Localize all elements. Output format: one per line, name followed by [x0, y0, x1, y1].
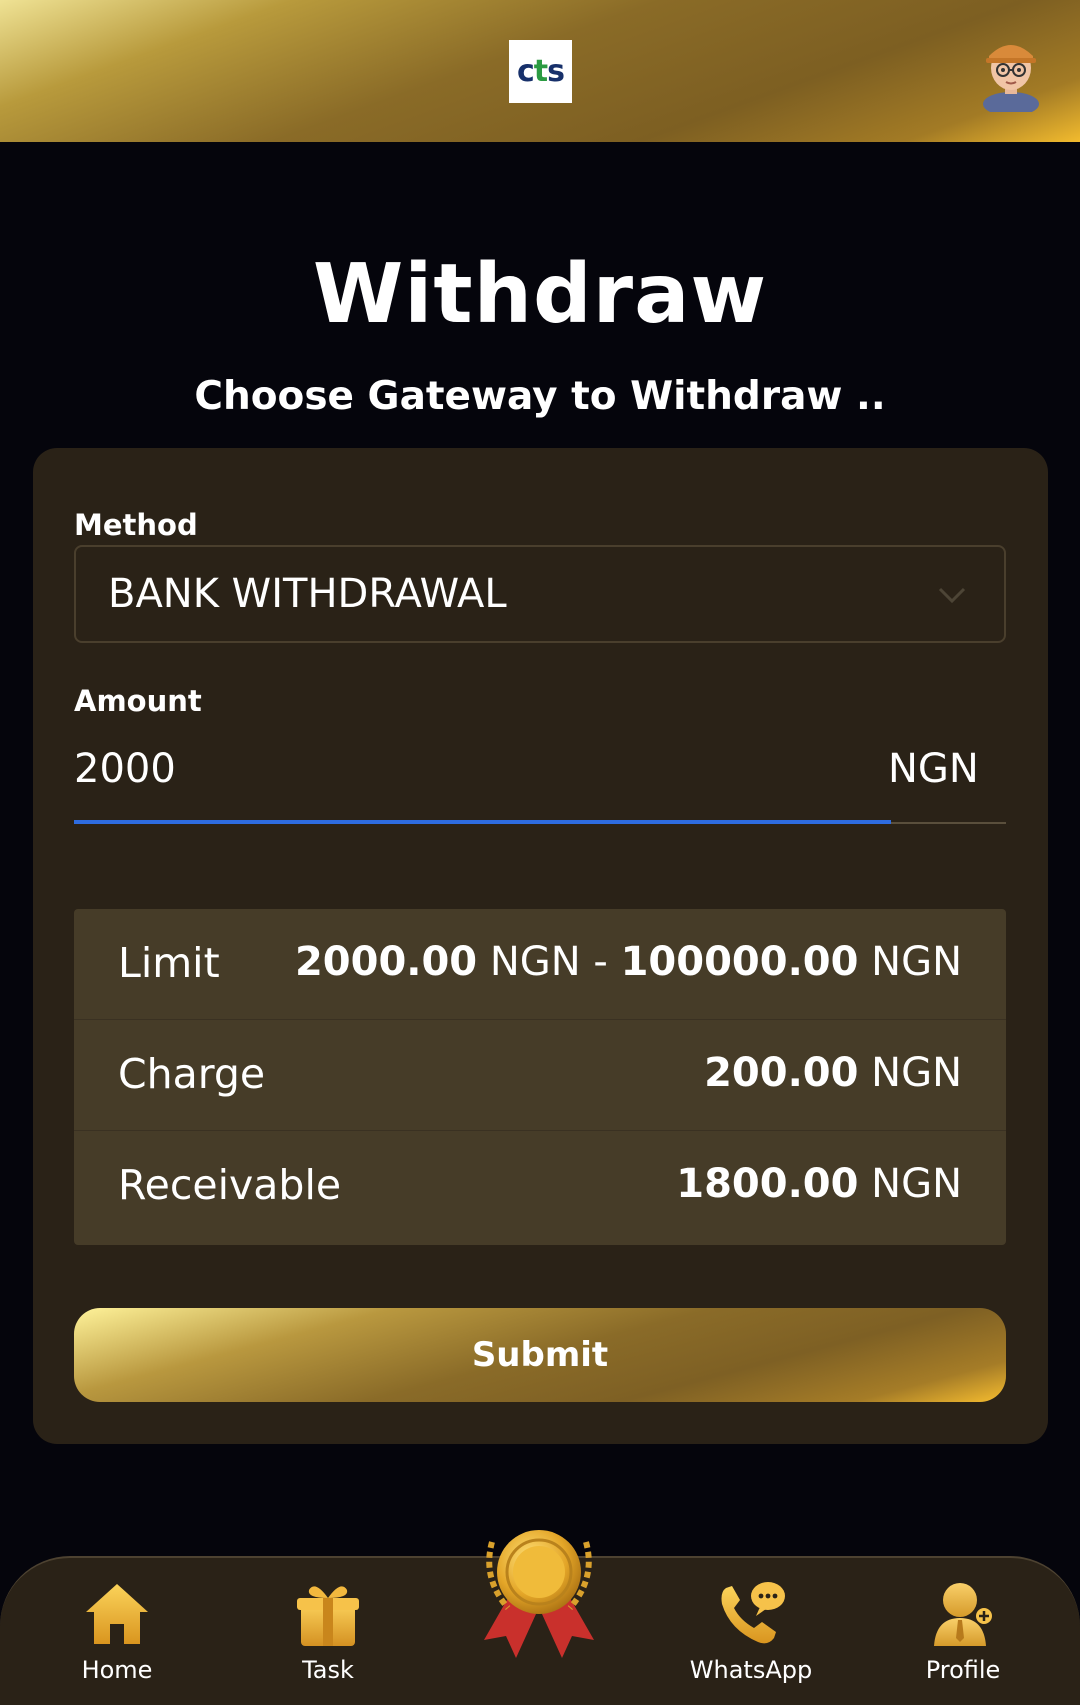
limit-max-unit: NGN [871, 939, 962, 985]
chevron-down-icon [938, 587, 966, 604]
method-label: Method [74, 508, 198, 542]
nav-whatsapp[interactable]: WhatsApp [681, 1578, 821, 1698]
receivable-value: 1800.00 NGN [676, 1161, 962, 1207]
home-icon [86, 1584, 148, 1644]
gift-icon [297, 1586, 359, 1646]
cts-logo[interactable]: cts [509, 40, 572, 103]
top-bar: cts [0, 0, 1080, 142]
receivable-label: Receivable [118, 1161, 342, 1209]
amount-currency: NGN [888, 746, 979, 792]
limit-row: Limit 2000.00 NGN - 100000.00 NGN [74, 909, 1006, 1020]
charge-amount: 200.00 [704, 1050, 859, 1096]
receivable-row: Receivable 1800.00 NGN [74, 1131, 1006, 1242]
page-title: Withdraw [312, 247, 768, 342]
amount-label: Amount [74, 684, 202, 718]
medal-icon [484, 1530, 594, 1658]
whatsapp-phone-icon [721, 1582, 785, 1644]
withdraw-summary: Limit 2000.00 NGN - 100000.00 NGN Charge… [74, 909, 1006, 1245]
limit-max: 100000.00 [620, 939, 859, 985]
method-select[interactable]: BANK WITHDRAWAL [74, 545, 1006, 643]
nav-whatsapp-label: WhatsApp [689, 1656, 813, 1684]
amount-focus-underline [74, 820, 891, 824]
nav-home[interactable]: Home [47, 1578, 187, 1698]
profile-add-icon [934, 1583, 994, 1646]
charge-value: 200.00 NGN [704, 1050, 962, 1096]
medal-reward-button[interactable] [478, 1522, 600, 1660]
user-avatar-icon[interactable] [978, 30, 1044, 116]
limit-value: 2000.00 NGN - 100000.00 NGN [295, 939, 962, 985]
nav-profile-label: Profile [925, 1656, 1001, 1684]
amount-input[interactable]: 2000 [74, 746, 176, 792]
withdraw-card: Method BANK WITHDRAWAL Amount 2000 NGN L… [33, 448, 1048, 1444]
nav-task[interactable]: Task [258, 1578, 398, 1698]
charge-label: Charge [118, 1050, 266, 1098]
submit-button[interactable]: Submit [74, 1308, 1006, 1402]
nav-profile[interactable]: Profile [893, 1578, 1033, 1698]
limit-min-unit: NGN [489, 939, 581, 985]
limit-separator: - [593, 939, 608, 985]
limit-min: 2000.00 [294, 939, 478, 985]
method-select-value: BANK WITHDRAWAL [108, 571, 507, 617]
logo-letter-c: c [517, 54, 535, 89]
page-subtitle: Choose Gateway to Withdraw .. [194, 374, 886, 419]
nav-home-label: Home [81, 1656, 153, 1684]
nav-task-label: Task [302, 1656, 354, 1684]
logo-letter-t: t [533, 54, 548, 89]
charge-unit: NGN [871, 1050, 962, 1096]
receivable-amount: 1800.00 [676, 1161, 859, 1207]
limit-label: Limit [118, 939, 220, 987]
logo-letter-s: s [547, 54, 565, 89]
charge-row: Charge 200.00 NGN [74, 1020, 1006, 1131]
receivable-unit: NGN [871, 1161, 962, 1207]
